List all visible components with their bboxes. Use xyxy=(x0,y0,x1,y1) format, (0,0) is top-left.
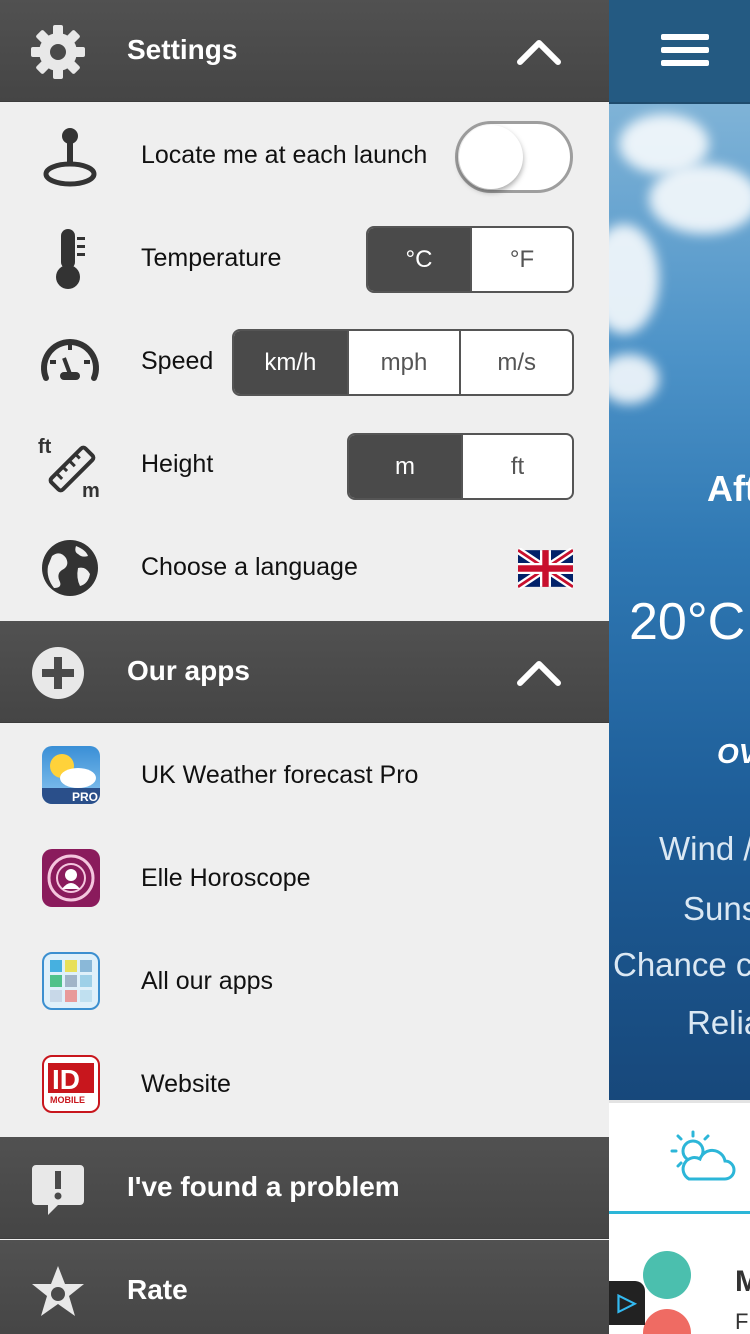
gear-icon xyxy=(31,25,85,79)
all-apps-grid-icon xyxy=(42,952,100,1010)
main-top-bar xyxy=(609,0,750,104)
uk-weather-pro-app-icon: PRO xyxy=(42,746,100,804)
ruler-icon: ft m xyxy=(38,436,100,499)
app-item-label: All our apps xyxy=(141,967,274,995)
feet-option[interactable]: ft xyxy=(460,435,572,498)
id-mobile-logo: ID MOBILE xyxy=(42,1055,100,1113)
app-item-uk-weather[interactable]: PRO UK Weather forecast Pro xyxy=(0,724,609,827)
chance-of-rain-label: Chance c xyxy=(613,946,750,983)
speedometer-icon xyxy=(41,339,99,381)
fahrenheit-option[interactable]: °F xyxy=(469,228,572,291)
temperature-label: Temperature xyxy=(141,244,282,272)
height-label: Height xyxy=(141,450,214,478)
main-screen-background: Aft 20°C OV Wind / Suns Chance c Relia M… xyxy=(609,0,750,1334)
location-pin-icon xyxy=(43,128,97,187)
found-problem-button[interactable]: I've found a problem xyxy=(0,1137,609,1239)
elle-horoscope-app-icon xyxy=(42,849,100,907)
main-tab-bar xyxy=(609,1100,750,1214)
forecast-list: M F ▷ xyxy=(609,1217,750,1334)
speed-label: Speed xyxy=(141,347,214,375)
svg-text:MOBILE: MOBILE xyxy=(50,1095,85,1105)
globe-icon xyxy=(42,540,98,596)
speed-unit-selector: km/h mph m/s xyxy=(232,329,574,396)
wind-label: Wind / xyxy=(659,830,750,867)
mph-option[interactable]: mph xyxy=(346,331,460,394)
app-item-elle-horoscope[interactable]: Elle Horoscope xyxy=(0,827,609,930)
forecast-heading: Aft xyxy=(707,468,750,509)
height-unit-selector: m ft xyxy=(347,433,574,500)
our-apps-header-label: Our apps xyxy=(127,655,250,686)
settings-section-header[interactable]: Settings xyxy=(0,0,609,102)
app-item-label: UK Weather forecast Pro xyxy=(141,761,419,789)
locate-label: Locate me at each launch xyxy=(141,141,428,169)
ad-choices-icon[interactable]: ▷ xyxy=(609,1281,645,1325)
list-item-title: M xyxy=(735,1265,750,1298)
rate-label: Rate xyxy=(127,1274,188,1305)
weather-condition: OV xyxy=(717,738,750,769)
language-label: Choose a language xyxy=(141,553,358,581)
svg-text:ID: ID xyxy=(52,1064,80,1095)
exclamation-bubble-icon xyxy=(32,1165,84,1215)
sunset-label: Suns xyxy=(683,890,750,927)
kmh-option[interactable]: km/h xyxy=(234,331,347,394)
rate-button[interactable]: Rate xyxy=(0,1240,609,1334)
list-item-subtitle: F xyxy=(735,1309,749,1334)
chevron-up-icon[interactable] xyxy=(516,36,562,66)
svg-text:ft: ft xyxy=(38,436,52,458)
app-item-label: Elle Horoscope xyxy=(141,864,311,892)
teal-indicator-dot xyxy=(643,1251,691,1299)
side-drawer: Settings Locate me at each launch Temper… xyxy=(0,0,609,1334)
chevron-up-icon[interactable] xyxy=(516,657,562,687)
our-apps-section-header[interactable]: Our apps xyxy=(0,621,609,723)
hamburger-menu-icon[interactable] xyxy=(661,34,709,70)
reliability-label: Relia xyxy=(687,1004,750,1041)
app-item-website[interactable]: ID MOBILE Website xyxy=(0,1033,609,1136)
red-indicator-dot xyxy=(643,1309,691,1334)
star-icon xyxy=(32,1266,84,1316)
ms-option[interactable]: m/s xyxy=(459,331,572,394)
current-temperature: 20°C xyxy=(629,593,746,651)
svg-text:m: m xyxy=(82,480,100,499)
settings-header-label: Settings xyxy=(127,34,238,65)
locate-toggle[interactable] xyxy=(455,121,573,193)
svg-text:PRO: PRO xyxy=(72,790,98,804)
app-item-all-apps[interactable]: All our apps xyxy=(0,930,609,1033)
partly-cloudy-icon[interactable] xyxy=(667,1129,739,1185)
app-item-label: Website xyxy=(141,1070,231,1098)
temperature-unit-selector: °C °F xyxy=(366,226,574,293)
uk-flag-icon[interactable] xyxy=(518,548,573,589)
thermometer-icon xyxy=(56,229,85,289)
plus-circle-icon xyxy=(32,647,84,699)
found-problem-label: I've found a problem xyxy=(127,1171,400,1202)
meters-option[interactable]: m xyxy=(349,435,461,498)
celsius-option[interactable]: °C xyxy=(368,228,470,291)
